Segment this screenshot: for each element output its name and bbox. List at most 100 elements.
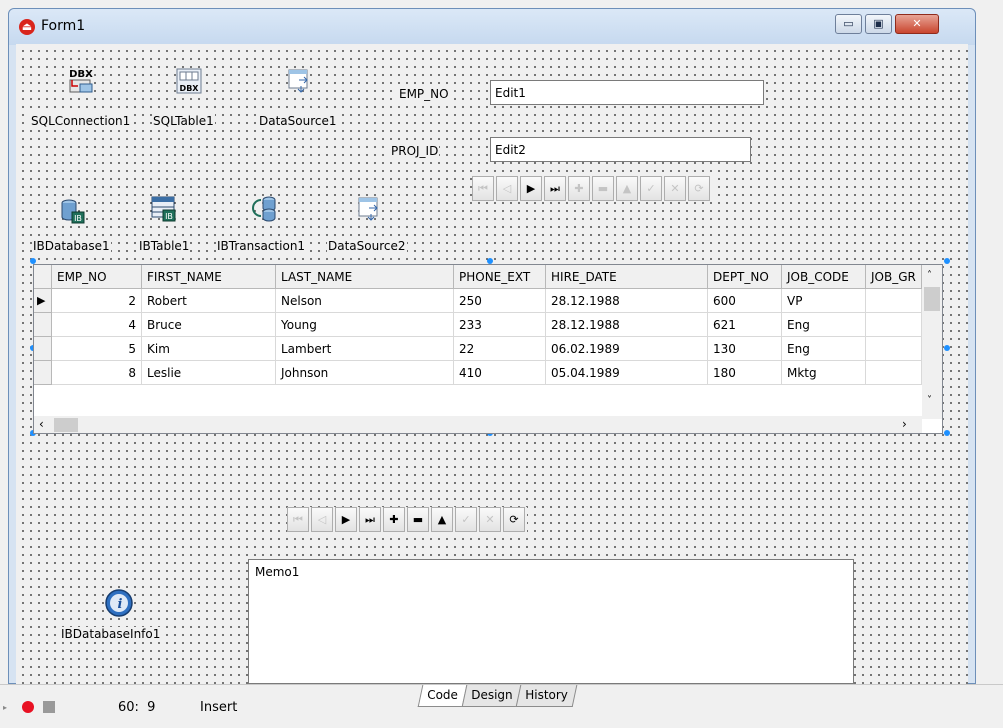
grid-cell[interactable]: [866, 361, 922, 385]
grid-cell[interactable]: Nelson: [276, 289, 454, 313]
grid-cell[interactable]: 28.12.1988: [546, 289, 708, 313]
nav-next-button[interactable]: ▶: [520, 176, 542, 201]
grid-cell[interactable]: Kim: [142, 337, 276, 361]
grid-cell[interactable]: 410: [454, 361, 546, 385]
nav-insert-button[interactable]: ✚: [568, 176, 590, 201]
nav-prior-button[interactable]: ◁: [311, 507, 333, 532]
nav-insert-button[interactable]: ✚: [383, 507, 405, 532]
tab-design[interactable]: Design: [461, 685, 522, 707]
grid-header-cell[interactable]: JOB_CODE: [782, 265, 866, 289]
grid-cell[interactable]: Eng: [782, 337, 866, 361]
nav-delete-button[interactable]: ▬: [592, 176, 614, 201]
grid-sizer-mr[interactable]: [944, 345, 950, 351]
grid-header-cell[interactable]: FIRST_NAME: [142, 265, 276, 289]
horizontal-scroll-thumb[interactable]: [54, 418, 78, 432]
ib-table-icon[interactable]: IB: [149, 194, 179, 224]
restore-button[interactable]: ▣: [865, 14, 892, 34]
grid-cell[interactable]: Robert: [142, 289, 276, 313]
nav-delete-button[interactable]: ▬: [407, 507, 429, 532]
table-row[interactable]: 5 Kim Lambert 22 06.02.1989 130 Eng: [34, 337, 924, 361]
scroll-down-icon[interactable]: ˅: [927, 395, 932, 406]
grid-cell[interactable]: 06.02.1989: [546, 337, 708, 361]
minimize-button[interactable]: ▭: [835, 14, 862, 34]
grid-cell[interactable]: 05.04.1989: [546, 361, 708, 385]
close-button[interactable]: ✕: [895, 14, 939, 34]
proj-id-label: PROJ_ID: [390, 144, 440, 158]
grid-cell[interactable]: 5: [52, 337, 142, 361]
nav-post-button[interactable]: ✓: [455, 507, 477, 532]
nav-cancel-button[interactable]: ✕: [479, 507, 501, 532]
grid-header-cell[interactable]: EMP_NO: [52, 265, 142, 289]
grid-vertical-scrollbar[interactable]: ˄ ˅: [922, 265, 942, 419]
grid-cell[interactable]: 600: [708, 289, 782, 313]
tab-history[interactable]: History: [515, 685, 578, 707]
proj-id-edit[interactable]: [490, 137, 751, 162]
grid-cell[interactable]: Mktg: [782, 361, 866, 385]
grid-cell[interactable]: 2: [52, 289, 142, 313]
grid-cell[interactable]: Eng: [782, 313, 866, 337]
grid-horizontal-scrollbar[interactable]: ‹ ›: [34, 416, 922, 433]
grid-cell[interactable]: 4: [52, 313, 142, 337]
grid-cell[interactable]: 250: [454, 289, 546, 313]
grid-cell[interactable]: 621: [708, 313, 782, 337]
grid-cell[interactable]: VP: [782, 289, 866, 313]
record-icon[interactable]: [22, 701, 34, 713]
grid-cell[interactable]: [866, 337, 922, 361]
grid-cell[interactable]: Johnson: [276, 361, 454, 385]
nav-next-button[interactable]: ▶: [335, 507, 357, 532]
nav-prior-button[interactable]: ◁: [496, 176, 518, 201]
title-bar[interactable]: ⏏ Form1 ▭ ▣ ✕: [9, 9, 975, 45]
scroll-up-icon[interactable]: ˄: [927, 270, 932, 281]
nav-last-button[interactable]: ⏭: [544, 176, 566, 201]
memo[interactable]: Memo1: [248, 559, 854, 684]
grid-cell[interactable]: Lambert: [276, 337, 454, 361]
grid-cell[interactable]: Bruce: [142, 313, 276, 337]
grid-cell[interactable]: 130: [708, 337, 782, 361]
nav-post-button[interactable]: ✓: [640, 176, 662, 201]
table-row[interactable]: 4 Bruce Young 233 28.12.1988 621 Eng: [34, 313, 924, 337]
grid-sizer-br[interactable]: [944, 430, 950, 436]
scroll-right-icon[interactable]: ›: [902, 417, 907, 431]
nav-first-button[interactable]: ⏮: [287, 507, 309, 532]
nav-first-button[interactable]: ⏮: [472, 176, 494, 201]
stop-icon[interactable]: [43, 701, 55, 713]
db-navigator-top: ⏮ ◁ ▶ ⏭ ✚ ▬ ▲ ✓ ✕ ⟳: [472, 176, 712, 201]
nav-edit-button[interactable]: ▲: [431, 507, 453, 532]
emp-no-edit[interactable]: [490, 80, 764, 105]
datasource-icon[interactable]: [355, 194, 385, 224]
dbx-table-icon[interactable]: DBX: [174, 66, 204, 96]
scroll-left-icon[interactable]: ‹: [39, 417, 44, 431]
grid-cell[interactable]: 180: [708, 361, 782, 385]
grid-header-cell[interactable]: JOB_GR: [866, 265, 922, 289]
tab-code[interactable]: Code: [417, 685, 468, 707]
grid-cell[interactable]: [866, 289, 922, 313]
table-row[interactable]: 8 Leslie Johnson 410 05.04.1989 180 Mktg: [34, 361, 924, 385]
grid-cell[interactable]: Young: [276, 313, 454, 337]
db-grid[interactable]: EMP_NO FIRST_NAME LAST_NAME PHONE_EXT HI…: [33, 264, 943, 434]
grid-header-cell[interactable]: LAST_NAME: [276, 265, 454, 289]
datasource-icon[interactable]: [285, 66, 315, 96]
expand-arrow-icon[interactable]: ▸: [3, 703, 7, 712]
nav-refresh-button[interactable]: ⟳: [688, 176, 710, 201]
grid-header-cell[interactable]: PHONE_EXT: [454, 265, 546, 289]
grid-cell[interactable]: 233: [454, 313, 546, 337]
grid-cell[interactable]: 8: [52, 361, 142, 385]
ib-database-info-icon[interactable]: i: [104, 588, 134, 618]
grid-cell[interactable]: [866, 313, 922, 337]
grid-sizer-tr[interactable]: [944, 258, 950, 264]
ib-transaction-icon[interactable]: [249, 194, 279, 224]
ib-database-icon[interactable]: IB: [58, 196, 88, 226]
grid-cell[interactable]: Leslie: [142, 361, 276, 385]
grid-cell[interactable]: 28.12.1988: [546, 313, 708, 337]
table-row[interactable]: ▶ 2 Robert Nelson 250 28.12.1988 600 VP: [34, 289, 924, 313]
db-navigator-bottom: ⏮ ◁ ▶ ⏭ ✚ ▬ ▲ ✓ ✕ ⟳: [287, 507, 527, 532]
nav-refresh-button[interactable]: ⟳: [503, 507, 525, 532]
grid-header-cell[interactable]: HIRE_DATE: [546, 265, 708, 289]
dbx-connection-icon[interactable]: DBX: [66, 66, 96, 96]
nav-edit-button[interactable]: ▲: [616, 176, 638, 201]
grid-header-cell[interactable]: DEPT_NO: [708, 265, 782, 289]
grid-cell[interactable]: 22: [454, 337, 546, 361]
vertical-scroll-thumb[interactable]: [924, 287, 940, 311]
nav-last-button[interactable]: ⏭: [359, 507, 381, 532]
nav-cancel-button[interactable]: ✕: [664, 176, 686, 201]
